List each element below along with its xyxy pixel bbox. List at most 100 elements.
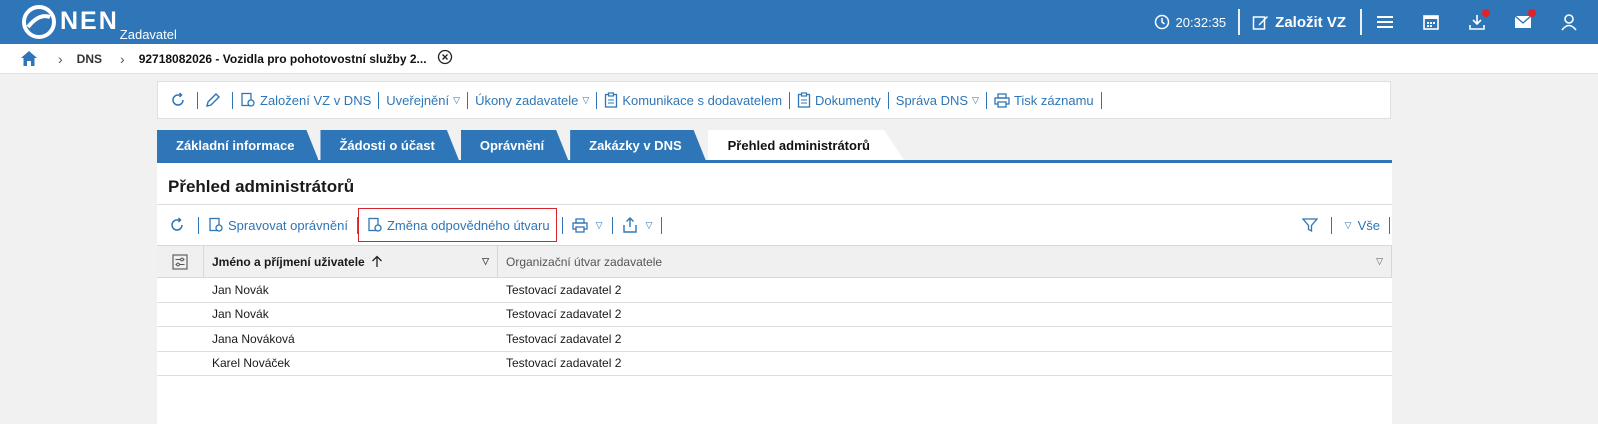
user-button[interactable]	[1546, 0, 1592, 44]
caret-down-icon: ▽	[972, 94, 979, 105]
session-clock: 20:32:35	[1154, 14, 1227, 30]
caret-down-icon: ▽	[453, 94, 461, 105]
administrators-table: Jméno a příjmení uživatele ▽ Organizační…	[157, 245, 1392, 376]
filter-button[interactable]	[1298, 217, 1326, 233]
toolbar-divider	[611, 216, 613, 234]
table-row[interactable]: Jan Novák Testovací zadavatel 2	[157, 303, 1392, 327]
tab-bar: Základní informace Žádosti o účast Opráv…	[157, 130, 906, 160]
tab-opravneni[interactable]: Oprávnění	[461, 130, 568, 160]
table-row[interactable]: Jana Nováková Testovací zadavatel 2	[157, 327, 1392, 352]
toolbar-divider	[561, 216, 563, 234]
dokumenty-button[interactable]: Dokumenty	[793, 92, 885, 108]
edit-button[interactable]	[201, 92, 229, 108]
toolbar-divider	[887, 91, 889, 109]
printer-icon	[571, 217, 588, 233]
zmena-utvaru-button[interactable]: Změna odpovědného útvaru	[367, 217, 550, 233]
logo-subtitle: Zadavatel	[119, 27, 177, 42]
sort-ascending-icon	[371, 255, 382, 267]
toolbar-divider	[1100, 91, 1102, 109]
caret-down-icon: ▽	[645, 219, 653, 230]
create-vz-button[interactable]: Založit VZ	[1240, 14, 1360, 31]
breadcrumb-item-dns[interactable]: DNS	[77, 52, 102, 66]
tisk-zaznamu-button[interactable]: Tisk záznamu	[990, 93, 1098, 108]
home-icon	[21, 51, 37, 66]
chevron-right-icon: ›	[58, 50, 63, 67]
calendar-icon	[1423, 15, 1439, 30]
sprava-dns-menu[interactable]: Správa DNS ▽	[892, 93, 983, 108]
filter-all-label: Vše	[1357, 217, 1380, 233]
sprava-dns-label: Správa DNS	[895, 92, 969, 108]
zalozeni-vz-button[interactable]: Založení VZ v DNS	[236, 92, 375, 108]
clock-time: 20:32:35	[1175, 14, 1227, 30]
column-header-org-label: Organizační útvar zadavatele	[506, 254, 663, 269]
clock-icon	[1154, 14, 1169, 30]
close-breadcrumb-button[interactable]	[437, 49, 453, 68]
caret-down-icon: ▽	[582, 94, 590, 105]
calendar-button[interactable]	[1408, 0, 1454, 44]
zmena-utvaru-label: Změna odpovědného útvaru	[386, 217, 550, 233]
column-header-name[interactable]: Jméno a příjmení uživatele ▽	[204, 246, 498, 277]
breadcrumb: › DNS › 92718082026 - Vozidla pro pohoto…	[0, 44, 1598, 74]
column-filter-caret-icon[interactable]: ▽	[482, 256, 489, 267]
column-settings-icon	[172, 253, 188, 270]
cell-org: Testovací zadavatel 2	[506, 282, 622, 297]
print-menu[interactable]: ▽	[568, 217, 607, 233]
spravovat-opravneni-button[interactable]: Spravovat oprávnění	[204, 217, 352, 233]
breadcrumb-item-current: 92718082026 - Vozidla pro pohotovostní s…	[138, 51, 427, 66]
clipboard-icon	[797, 92, 811, 108]
nen-logo[interactable]: NEN Zadavatel	[22, 5, 177, 42]
zalozeni-vz-label: Založení VZ v DNS	[260, 92, 372, 108]
grid-refresh-button[interactable]	[165, 217, 193, 233]
cell-name: Jan Novák	[212, 307, 269, 322]
refresh-button[interactable]	[166, 92, 194, 108]
menu-icon	[1377, 16, 1393, 28]
clipboard-icon	[605, 92, 618, 108]
refresh-icon	[171, 217, 183, 231]
toolbar-divider	[1330, 216, 1332, 234]
user-icon	[1561, 14, 1577, 31]
menu-button[interactable]	[1362, 0, 1408, 44]
table-row[interactable]: Jan Novák Testovací zadavatel 2	[157, 278, 1392, 303]
home-button[interactable]	[20, 49, 40, 69]
tab-prehled-administratoru[interactable]: Přehled administrátorů	[708, 130, 904, 160]
toolbar-divider	[467, 91, 469, 109]
zmena-utvaru-highlight: Změna odpovědného útvaru	[357, 208, 557, 242]
title-divider	[157, 204, 1392, 205]
table-row[interactable]: Karel Nováček Testovací zadavatel 2	[157, 352, 1392, 376]
tab-zadosti-o-ucast[interactable]: Žádosti o účast	[320, 130, 458, 160]
column-filter-caret-icon[interactable]: ▽	[1376, 256, 1383, 267]
header-divider	[1238, 9, 1241, 35]
caret-down-icon: ▽	[1344, 219, 1352, 230]
logo-icon	[22, 5, 56, 39]
document-gear-icon	[368, 217, 382, 232]
column-header-org[interactable]: Organizační útvar zadavatele ▽	[498, 246, 1392, 277]
column-settings-button[interactable]	[157, 246, 204, 277]
edit-icon	[1252, 15, 1269, 30]
ukony-menu[interactable]: Úkony zadavatele ▽	[471, 93, 593, 108]
document-gear-icon	[241, 92, 255, 107]
chevron-right-icon: ›	[120, 50, 125, 67]
pencil-icon	[206, 93, 220, 107]
logo-text: NEN	[60, 7, 119, 35]
administrators-panel: Přehled administrátorů Spravovat oprávně…	[157, 160, 1392, 424]
tab-zakladni-informace[interactable]: Základní informace	[157, 130, 318, 160]
mail-button[interactable]	[1500, 0, 1546, 44]
cell-org: Testovací zadavatel 2	[506, 307, 622, 322]
uverejneni-menu[interactable]: Uveřejnění ▽	[382, 93, 464, 108]
komunikace-button[interactable]: Komunikace s dodavatelem	[600, 92, 786, 108]
cell-org: Testovací zadavatel 2	[506, 331, 622, 346]
dokumenty-label: Dokumenty	[815, 92, 881, 108]
toolbar-divider	[197, 91, 198, 109]
toolbar-divider	[198, 216, 199, 234]
uverejneni-label: Uveřejnění	[386, 92, 450, 108]
filter-all-menu[interactable]: ▽ Vše	[1337, 218, 1384, 233]
mail-badge	[1528, 9, 1536, 17]
printer-icon	[994, 92, 1010, 108]
toolbar-divider	[378, 91, 380, 109]
top-header: NEN Zadavatel 20:32:35 Založit VZ	[0, 0, 1598, 44]
download-badge	[1482, 9, 1490, 17]
tab-zakazky-v-dns[interactable]: Zakázky v DNS	[570, 130, 706, 160]
panel-title: Přehled administrátorů	[168, 177, 355, 196]
export-menu[interactable]: ▽	[618, 217, 657, 233]
download-button[interactable]	[1454, 0, 1500, 44]
